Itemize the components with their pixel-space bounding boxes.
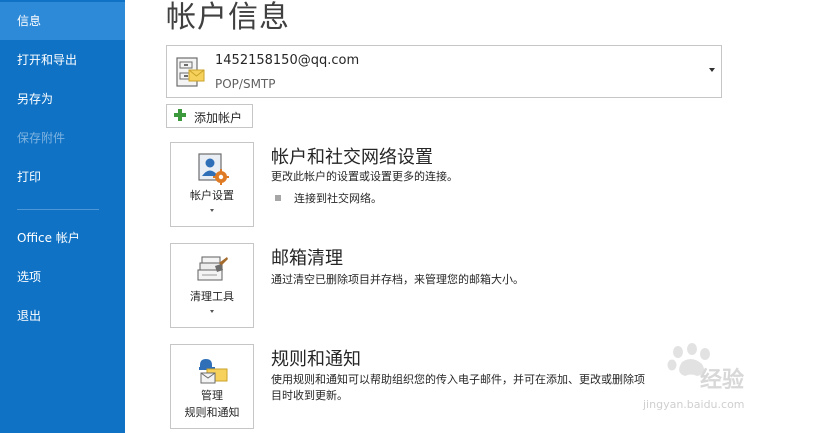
section-title-mailbox-cleanup: 邮箱清理 [271,248,343,269]
chevron-down-icon [709,68,715,72]
manage-rules-label: 管理 规则和通知 [171,387,253,421]
add-account-button[interactable]: 添加帐户 [166,104,253,128]
cleanup-tools-icon [197,256,228,281]
page-title: 帐户信息 [166,0,290,35]
connect-social-networks-link[interactable]: 连接到社交网络。 [294,190,382,206]
rules-alerts-icon [199,359,228,384]
plus-icon [174,109,186,121]
bullet-icon [275,195,281,201]
manage-label-line1: 管理 [201,389,223,402]
section-desc-rules-alerts-line1: 使用规则和通知可以帮助组织您的传入电子邮件，并可在添加、更改或删除项 [271,373,645,386]
account-selector-dropdown[interactable]: 1452158150@qq.com POP/SMTP [166,45,722,98]
nav-item-save-attachments: 保存附件 [17,131,66,145]
cleanup-tools-label: 清理工具 [190,290,234,303]
backstage-sidebar: 信息 打开和导出 另存为 保存附件 打印 Office 帐户 选项 退出 [0,0,125,433]
add-account-label: 添加帐户 [194,111,243,125]
cleanup-tools-button[interactable]: 清理工具 [170,243,254,328]
account-settings-button[interactable]: 帐户设置 [170,142,254,227]
mail-account-icon [176,57,205,87]
watermark-url: jingyan.baidu.com [643,398,745,411]
watermark-text: 经验 [700,368,745,393]
sidebar-divider [17,209,99,210]
section-title-rules-alerts: 规则和通知 [271,349,361,370]
section-title-account-social: 帐户和社交网络设置 [271,147,433,168]
section-desc-rules-alerts-line2: 目时收到更新。 [271,389,348,402]
manage-rules-alerts-button[interactable]: 管理 规则和通知 [170,344,254,429]
chevron-down-icon [210,310,214,313]
nav-item-save-as[interactable]: 另存为 [0,80,125,118]
nav-item-exit[interactable]: 退出 [0,297,125,335]
nav-item-open-export[interactable]: 打开和导出 [0,41,125,79]
nav-item-print[interactable]: 打印 [0,158,125,196]
section-desc-account-social: 更改此帐户的设置或设置更多的连接。 [271,170,458,183]
account-settings-icon [198,153,229,185]
account-type: POP/SMTP [215,77,276,91]
nav-item-info[interactable]: 信息 [0,2,125,40]
account-email: 1452158150@qq.com [215,53,360,68]
manage-label-line2: 规则和通知 [184,406,240,419]
chevron-down-icon [210,209,214,212]
nav-item-options[interactable]: 选项 [0,258,125,296]
section-desc-mailbox-cleanup: 通过清空已删除项目并存档，来管理您的邮箱大小。 [271,273,524,286]
account-settings-label: 帐户设置 [190,189,234,202]
nav-item-office-account[interactable]: Office 帐户 [0,219,125,257]
